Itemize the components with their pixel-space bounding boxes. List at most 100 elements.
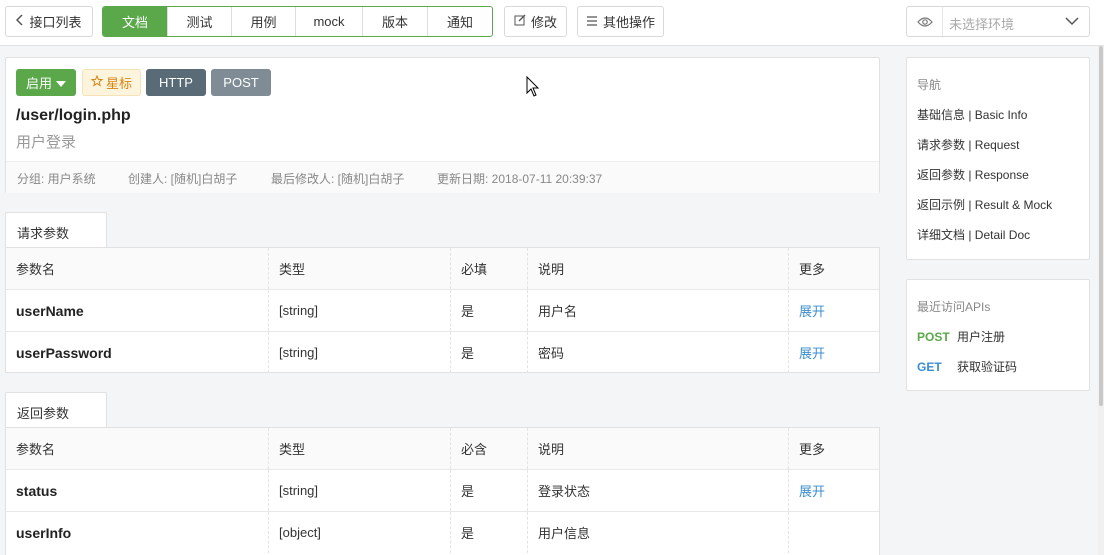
star-button[interactable]: 星标 [82,69,141,96]
table-row: userName [string] 是 用户名 展开 [6,289,879,331]
param-required: 是 [450,512,527,553]
header-more: 更多 [788,248,879,289]
back-to-list-button[interactable]: 接口列表 [5,6,93,37]
header-type: 类型 [268,248,450,289]
param-name: userPassword [16,344,112,361]
param-name: userName [16,302,84,319]
expand-link[interactable]: 展开 [788,470,879,511]
star-label: 星标 [105,76,132,91]
header-param-name: 参数名 [16,442,56,457]
recent-name: 用户注册 [957,330,1006,344]
header-param-name: 参数名 [16,262,56,277]
status-label: 启用 [25,76,52,91]
param-description: 用户信息 [527,512,788,553]
environment-placeholder: 未选择环境 [949,17,1015,32]
star-icon [90,74,104,90]
chevron-left-icon [16,14,24,29]
param-type: [object] [268,512,450,553]
param-type: [string] [268,290,450,331]
nav-title: 导航 [917,78,942,92]
tab-version-label: 版本 [381,15,408,30]
nav-item-request[interactable]: 请求参数 | Request [917,136,1019,153]
expand-link[interactable]: 展开 [788,290,879,331]
view-tabs: 文档 测试 用例 mock 版本 通知 [102,6,493,37]
tab-case-label: 用例 [250,15,277,30]
response-params-tab[interactable]: 返回参数 [5,392,107,428]
param-type: [string] [268,470,450,511]
page-scrollbar[interactable] [1098,46,1104,555]
recent-name: 获取验证码 [957,360,1018,374]
nav-item-response[interactable]: 返回参数 | Response [917,166,1029,183]
api-modifier: 最后修改人: [随机]白胡子 [271,172,405,186]
tab-mock-label: mock [313,14,345,29]
tab-notify[interactable]: 通知 [427,7,492,36]
edit-icon [514,14,526,29]
param-description: 密码 [527,332,788,373]
header-more: 更多 [788,428,879,469]
api-info-card: 启用 星标 HTTP POST /user/login.php 用户登录 分组:… [5,57,880,193]
param-name: status [16,482,58,499]
eye-icon [907,7,943,36]
param-type: [string] [268,332,450,373]
mouse-cursor-icon [526,75,540,101]
tab-notify-label: 通知 [446,15,473,30]
header-type: 类型 [268,428,450,469]
recent-item[interactable]: POST 用户注册 [917,328,1005,345]
tab-test[interactable]: 测试 [167,7,231,36]
param-more-empty [788,512,879,553]
api-meta: 分组: 用户系统 创建人: [随机]白胡子 最后修改人: [随机]白胡子 更新日… [6,161,879,193]
recent-title: 最近访问APIs [917,300,991,314]
tab-case[interactable]: 用例 [231,7,295,36]
edit-button[interactable]: 修改 [504,6,567,37]
header-description: 说明 [527,248,788,289]
tab-doc-label: 文档 [121,15,148,30]
header-description: 说明 [527,428,788,469]
request-params-tab[interactable]: 请求参数 [5,212,107,248]
more-actions-button[interactable]: 其他操作 [577,6,664,37]
header-required: 必填 [450,248,527,289]
recent-item[interactable]: GET 获取验证码 [917,358,1017,375]
param-description: 登录状态 [527,470,788,511]
back-button-label: 接口列表 [29,15,82,30]
table-row: userPassword [string] 是 密码 展开 [6,331,879,373]
api-path: /user/login.php [16,107,131,124]
recent-apis-panel: 最近访问APIs POST 用户注册 GET 获取验证码 [906,279,1090,391]
table-header-row: 参数名 类型 必填 说明 更多 [6,248,879,289]
nav-panel: 导航 基础信息 | Basic Info 请求参数 | Request 返回参数… [906,57,1090,260]
param-required: 是 [450,470,527,511]
tab-mock[interactable]: mock [295,7,362,36]
caret-down-icon [56,75,66,90]
tab-test-label: 测试 [186,15,213,30]
scrollbar-thumb[interactable] [1099,46,1103,406]
menu-icon [586,15,598,29]
table-row: status [string] 是 登录状态 展开 [6,469,879,511]
request-params-table: 参数名 类型 必填 说明 更多 userName [string] 是 用户名 … [5,247,880,373]
top-toolbar: 接口列表 文档 测试 用例 mock 版本 通知 修改 其他操作 未选择环境 [0,0,1104,46]
api-creator: 创建人: [随机]白胡子 [128,172,238,186]
param-required: 是 [450,332,527,373]
nav-item-detail-doc[interactable]: 详细文档 | Detail Doc [917,226,1030,243]
recent-method: GET [917,360,942,374]
param-name: userInfo [16,524,72,541]
api-group: 分组: 用户系统 [17,172,96,186]
tab-doc[interactable]: 文档 [103,7,167,36]
method-badge: POST [211,69,271,96]
protocol-badge: HTTP [146,69,206,96]
tab-version[interactable]: 版本 [362,7,427,36]
api-name: 用户登录 [16,134,77,151]
more-actions-label: 其他操作 [602,15,655,30]
nav-item-basic-info[interactable]: 基础信息 | Basic Info [917,106,1027,123]
table-row: userInfo [object] 是 用户信息 [6,511,879,553]
edit-button-label: 修改 [530,15,557,30]
param-required: 是 [450,290,527,331]
recent-method: POST [917,330,950,344]
environment-select[interactable]: 未选择环境 [906,6,1090,37]
table-header-row: 参数名 类型 必含 说明 更多 [6,428,879,469]
status-dropdown[interactable]: 启用 [16,69,76,96]
expand-link[interactable]: 展开 [788,332,879,373]
header-included: 必含 [450,428,527,469]
api-updated: 更新日期: 2018-07-11 20:39:37 [437,172,603,186]
response-params-table: 参数名 类型 必含 说明 更多 status [string] 是 登录状态 展… [5,427,880,555]
nav-item-result-mock[interactable]: 返回示例 | Result & Mock [917,196,1052,213]
chevron-down-icon [1065,13,1079,32]
